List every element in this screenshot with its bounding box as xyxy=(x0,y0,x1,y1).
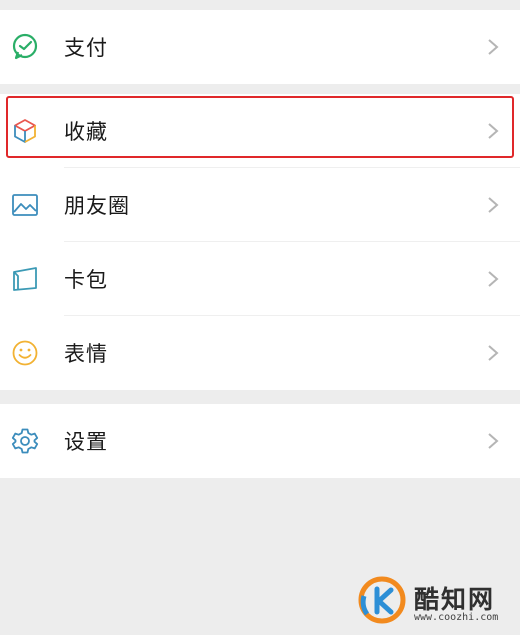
menu-item-label: 支付 xyxy=(64,36,108,60)
menu-item-pay[interactable]: 支付 xyxy=(0,10,520,84)
watermark-name: 酷知网 xyxy=(414,585,496,614)
settings-group: 设置 xyxy=(0,404,520,478)
menu-item-card-wallet[interactable]: 卡包 xyxy=(0,242,520,316)
menu-item-moments[interactable]: 朋友圈 xyxy=(0,168,520,242)
pay-group: 支付 xyxy=(0,10,520,84)
sticker-smile-icon xyxy=(10,338,40,368)
menu-item-label: 表情 xyxy=(64,342,108,366)
chevron-right-icon xyxy=(488,39,499,55)
menu-item-label: 收藏 xyxy=(64,120,108,144)
menu-item-label: 朋友圈 xyxy=(64,194,130,218)
chevron-right-icon xyxy=(488,433,499,449)
moments-photo-icon xyxy=(10,190,40,220)
menu-item-stickers[interactable]: 表情 xyxy=(0,316,520,390)
card-wallet-icon xyxy=(10,264,40,294)
chevron-right-icon xyxy=(488,123,499,139)
menu-item-label: 卡包 xyxy=(64,268,108,292)
chevron-right-icon xyxy=(488,271,499,287)
favorites-cube-icon xyxy=(10,116,40,146)
discover-group: 收藏 朋友圈 卡包 表情 xyxy=(0,94,520,390)
watermark: 酷知网 www.coozhi.com xyxy=(358,574,518,630)
wechat-pay-icon xyxy=(10,32,40,62)
gear-icon xyxy=(10,426,40,456)
menu-item-settings[interactable]: 设置 xyxy=(0,404,520,478)
watermark-url: www.coozhi.com xyxy=(414,612,499,623)
chevron-right-icon xyxy=(488,197,499,213)
menu-item-favorites[interactable]: 收藏 xyxy=(0,94,520,168)
chevron-right-icon xyxy=(488,345,499,361)
menu-item-label: 设置 xyxy=(64,430,108,454)
coozhi-logo-icon xyxy=(358,576,406,624)
